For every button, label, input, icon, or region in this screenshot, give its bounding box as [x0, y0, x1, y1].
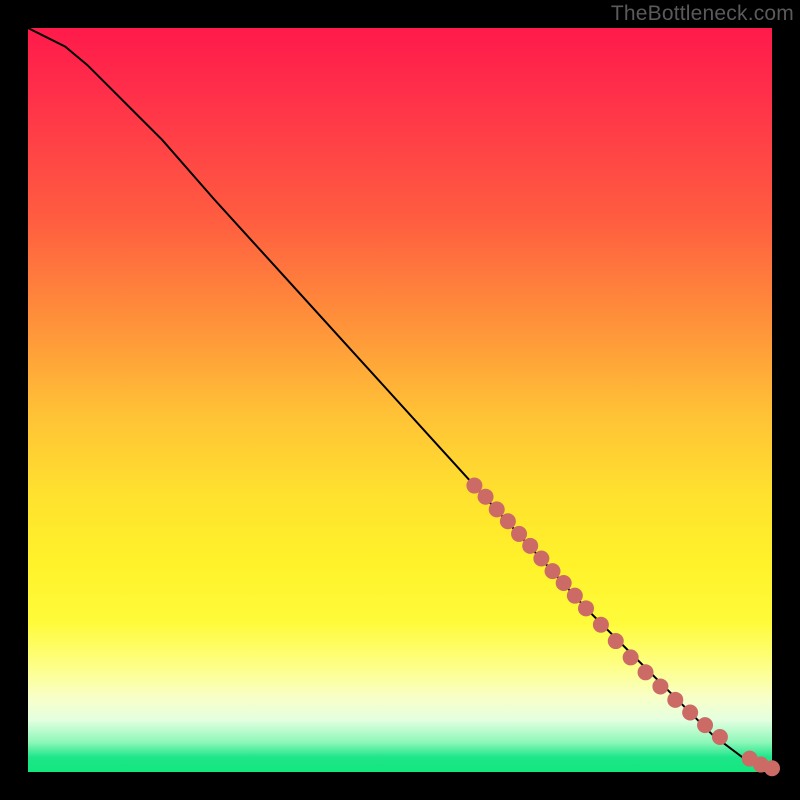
marker-point: [608, 633, 624, 649]
marker-point: [623, 649, 639, 665]
marker-point: [478, 489, 494, 505]
marker-point: [545, 563, 561, 579]
marker-point: [667, 692, 683, 708]
marker-point: [567, 588, 583, 604]
marker-point: [500, 513, 516, 529]
marker-point: [652, 678, 668, 694]
marker-point: [556, 575, 572, 591]
marker-point: [489, 501, 505, 517]
chart-frame: TheBottleneck.com: [0, 0, 800, 800]
marker-point: [511, 526, 527, 542]
bottleneck-curve: [28, 28, 772, 768]
chart-overlay-svg: [28, 28, 772, 772]
marker-point: [578, 600, 594, 616]
marker-point: [638, 664, 654, 680]
marker-point: [682, 704, 698, 720]
marker-point: [522, 538, 538, 554]
highlight-markers: [466, 478, 780, 777]
marker-point: [764, 760, 780, 776]
watermark-text: TheBottleneck.com: [611, 2, 794, 26]
marker-point: [712, 729, 728, 745]
marker-point: [533, 550, 549, 566]
marker-point: [593, 617, 609, 633]
marker-point: [697, 717, 713, 733]
